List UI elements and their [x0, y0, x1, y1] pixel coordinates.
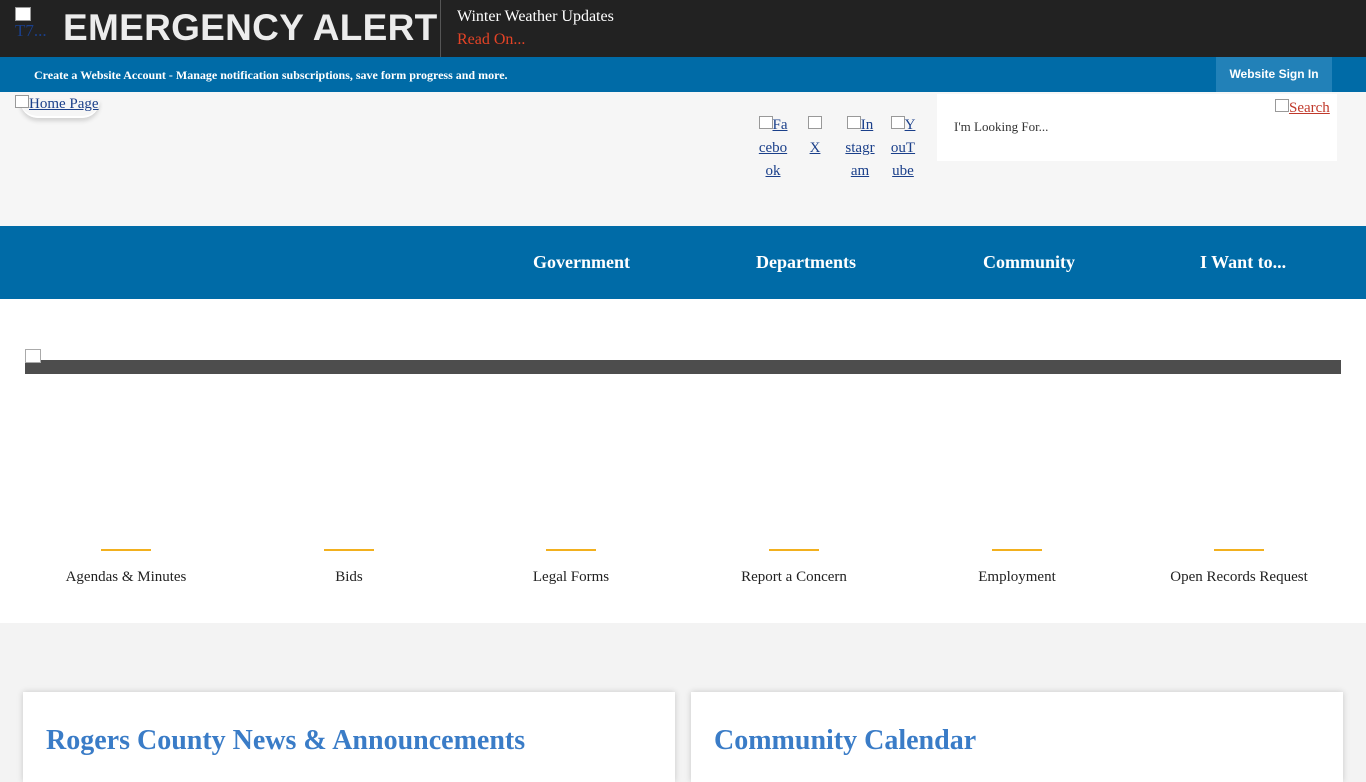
- quick-link-legal-forms[interactable]: Legal Forms: [491, 549, 651, 587]
- nav-departments[interactable]: Departments: [756, 251, 856, 273]
- news-card-title[interactable]: Rogers County News & Announcements: [46, 724, 525, 758]
- search-placeholder: I'm Looking For...: [954, 119, 1049, 134]
- quick-link-bids[interactable]: Bids: [269, 549, 429, 587]
- quick-link-label: Report a Concern: [741, 569, 847, 585]
- instagram-icon: [846, 116, 861, 129]
- quick-link-employment[interactable]: Employment: [937, 549, 1097, 587]
- alert-divider: [440, 0, 441, 57]
- broken-image-icon: [15, 95, 29, 108]
- main-nav: [0, 226, 1366, 299]
- youtube-icon: [890, 116, 905, 129]
- youtube-link[interactable]: YouTube: [888, 114, 918, 183]
- nav-i-want-to[interactable]: I Want to...: [1200, 251, 1286, 273]
- search-icon: [1275, 99, 1289, 112]
- quick-link-label: Legal Forms: [532, 569, 610, 585]
- quick-link-report-concern[interactable]: Report a Concern: [714, 549, 874, 587]
- quick-link-accent: [769, 549, 819, 551]
- website-sign-in-button[interactable]: Website Sign In: [1216, 57, 1332, 92]
- news-card: Rogers County News & Announcements: [23, 692, 675, 782]
- alert-headline: Winter Weather Updates: [457, 8, 614, 25]
- nav-government[interactable]: Government: [533, 251, 630, 273]
- home-page-link[interactable]: Home Page: [15, 94, 99, 114]
- search-button[interactable]: Search: [1275, 98, 1330, 118]
- quick-link-accent: [324, 549, 374, 551]
- quick-link-agendas-minutes[interactable]: Agendas & Minutes: [46, 549, 206, 587]
- nav-community[interactable]: Community: [983, 251, 1075, 273]
- home-page-label: Home Page: [29, 96, 99, 112]
- quick-link-accent: [992, 549, 1042, 551]
- x-link[interactable]: X: [800, 114, 830, 160]
- calendar-card-title[interactable]: Community Calendar: [714, 724, 976, 758]
- facebook-icon: [758, 116, 773, 129]
- alert-icon: T7...: [15, 7, 55, 53]
- quick-link-label: Agendas & Minutes: [65, 569, 187, 585]
- broken-image-icon: [15, 7, 31, 21]
- broken-image-icon: [25, 349, 41, 363]
- quick-link-accent: [1214, 549, 1264, 551]
- alert-read-on-link[interactable]: Read On...: [457, 30, 525, 50]
- x-icon: [808, 116, 822, 129]
- banner-slider: [25, 360, 1341, 374]
- calendar-card: Community Calendar: [691, 692, 1343, 782]
- alert-title: EMERGENCY ALERT: [63, 7, 438, 48]
- quick-link-label: Bids: [335, 569, 363, 585]
- x-label: X: [809, 140, 821, 156]
- facebook-link[interactable]: Facebook: [758, 114, 788, 183]
- quick-link-label: Employment: [978, 569, 1056, 585]
- quick-link-label: Open Records Request: [1170, 569, 1308, 585]
- alert-icon-alt: T7...: [15, 21, 47, 40]
- create-account-link[interactable]: Create a Website Account - Manage notifi…: [34, 67, 508, 83]
- quick-link-open-records[interactable]: Open Records Request: [1159, 549, 1319, 587]
- quick-link-accent: [546, 549, 596, 551]
- quick-link-accent: [101, 549, 151, 551]
- search-button-label: Search: [1289, 100, 1330, 116]
- instagram-link[interactable]: Instagram: [845, 114, 875, 183]
